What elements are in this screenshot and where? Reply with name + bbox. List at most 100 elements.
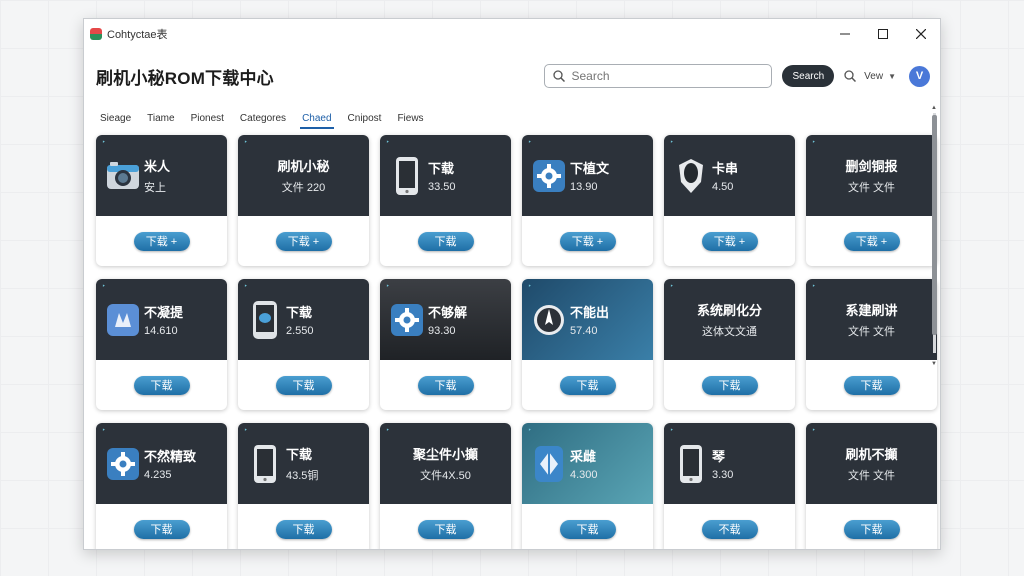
minimize-button[interactable] <box>826 19 864 49</box>
download-button[interactable]: 下载 <box>701 375 758 395</box>
download-button[interactable]: 下载 + <box>843 231 900 251</box>
phone-msg-icon <box>248 300 282 340</box>
card-banner: ‣ 聚尘件小攧 文件4X.50 <box>380 423 511 504</box>
rom-card[interactable]: ‣ 系统刷化分 这体文文通 下载 <box>664 279 795 410</box>
search-toggle-button[interactable] <box>844 70 857 82</box>
rom-card[interactable]: ‣ 聚尘件小攧 文件4X.50 下载 <box>380 423 511 549</box>
download-button[interactable]: 下载 <box>275 375 332 395</box>
rom-card[interactable]: ‣ 不能出 57.40 下载 <box>522 279 653 410</box>
card-title: 刷机不攧 <box>845 447 898 462</box>
card-banner: ‣ 下载 33.50 <box>380 135 511 216</box>
card-footer: 下载 + <box>96 216 227 266</box>
view-dropdown-label[interactable]: Vew <box>864 71 883 82</box>
camera-icon <box>106 156 140 196</box>
card-title: 采雌 <box>570 449 597 464</box>
tab-2[interactable]: Pionest <box>185 113 230 129</box>
download-button[interactable]: 下载 <box>559 375 616 395</box>
corner-mark-icon: ‣ <box>102 284 106 290</box>
scroll-thumb[interactable] <box>932 115 937 335</box>
download-button[interactable]: 下载 + <box>559 231 616 251</box>
search-box[interactable] <box>544 64 773 88</box>
rom-card[interactable]: ‣ 删剑铜报 文件 文件 下载 + <box>806 135 937 266</box>
card-text: 不然精致 4.235 <box>144 446 196 481</box>
rom-card[interactable]: ‣ 不够解 93.30 下载 <box>380 279 511 410</box>
card-banner: ‣ 不够解 93.30 <box>380 279 511 360</box>
card-title: 琴 <box>712 449 726 464</box>
rom-card[interactable]: ‣ 刷机不攧 文件 文件 下载 <box>806 423 937 549</box>
download-button[interactable]: 下载 <box>843 375 900 395</box>
app-logo-icon <box>90 28 102 40</box>
card-subtitle: 文件4X.50 <box>420 470 471 482</box>
download-button[interactable]: 下载 <box>417 231 474 251</box>
download-button[interactable]: 下载 <box>275 519 332 539</box>
download-button[interactable]: 下载 <box>843 519 900 539</box>
rom-card[interactable]: ‣ 不凝提 14.610 下载 <box>96 279 227 410</box>
download-button[interactable]: 下载 + <box>701 231 758 251</box>
download-button[interactable]: 不载 <box>701 519 758 539</box>
maximize-button[interactable] <box>864 19 902 49</box>
card-footer: 下载 + <box>522 216 653 266</box>
app-window: Cohtyctae表 刷机小秘ROM下载中心 Search Vew ▼ V Si… <box>83 18 941 550</box>
rom-card[interactable]: ‣ 刷机小秘 文件 220 下载 + <box>238 135 369 266</box>
card-text: 不够解 93.30 <box>428 302 467 337</box>
card-text: 刷机不攧 文件 文件 <box>816 444 937 483</box>
rom-card-grid: ‣ 米人 安上 下载 + ‣ 刷机小秘 文件 220 下载 + ‣ 下载 33.50 下载 ‣ 下植文 13… <box>96 135 937 549</box>
scroll-down-icon[interactable]: ▼ <box>931 361 937 367</box>
rom-card[interactable]: ‣ 不然精致 4.235 下载 <box>96 423 227 549</box>
rom-card[interactable]: ‣ 米人 安上 下载 + <box>96 135 227 266</box>
card-banner: ‣ 下载 43.5铜 <box>238 423 369 504</box>
card-footer: 下载 <box>380 216 511 266</box>
avatar[interactable]: V <box>909 65 930 87</box>
download-button[interactable]: 下载 + <box>133 231 190 251</box>
scrollbar[interactable]: ▲ ▼ <box>931 105 937 371</box>
tab-4[interactable]: Chaed <box>296 113 337 129</box>
rom-card[interactable]: ‣ 琴 3.30 不载 <box>664 423 795 549</box>
card-text: 刷机小秘 文件 220 <box>248 156 369 195</box>
rom-card[interactable]: ‣ 下载 33.50 下载 <box>380 135 511 266</box>
chevron-down-icon[interactable]: ▼ <box>888 72 896 81</box>
card-footer: 下载 <box>380 360 511 410</box>
download-button[interactable]: 下载 <box>417 519 474 539</box>
download-button[interactable]: 下载 <box>133 519 190 539</box>
search-button[interactable]: Search <box>782 65 835 87</box>
card-footer: 下载 <box>522 360 653 410</box>
corner-mark-icon: ‣ <box>670 140 674 146</box>
phone-icon <box>674 444 708 484</box>
download-button[interactable]: 下载 <box>559 519 616 539</box>
tab-5[interactable]: Cnipost <box>342 113 388 129</box>
phone-icon <box>248 444 282 484</box>
card-footer: 下载 <box>96 360 227 410</box>
rom-card[interactable]: ‣ 系建刷讲 文件 文件 下载 <box>806 279 937 410</box>
rom-card[interactable]: ‣ 采雌 4.300 下载 <box>522 423 653 549</box>
close-button[interactable] <box>902 19 940 49</box>
card-title: 删剑铜报 <box>845 159 898 174</box>
download-button[interactable]: 下载 <box>133 375 190 395</box>
download-button[interactable]: 下载 <box>417 375 474 395</box>
rom-card[interactable]: ‣ 卡串 4.50 下载 + <box>664 135 795 266</box>
card-title: 系统刷化分 <box>696 303 762 318</box>
card-banner: ‣ 系统刷化分 这体文文通 <box>664 279 795 360</box>
card-title: 系建刷讲 <box>845 303 898 318</box>
corner-mark-icon: ‣ <box>386 428 390 434</box>
rom-card[interactable]: ‣ 下载 43.5铜下载 <box>238 423 369 549</box>
card-text: 下载 2.550 <box>286 302 314 337</box>
tab-3[interactable]: Categores <box>234 113 292 129</box>
close-icon <box>916 29 926 39</box>
rom-card[interactable]: ‣ 下植文 13.90 下载 + <box>522 135 653 266</box>
download-button[interactable]: 下载 + <box>275 231 332 251</box>
search-input[interactable] <box>571 69 752 83</box>
rom-card[interactable]: ‣ 下载 2.550 下载 <box>238 279 369 410</box>
card-footer: 下载 <box>238 504 369 549</box>
corner-mark-icon: ‣ <box>102 140 106 146</box>
minimize-icon <box>840 33 850 35</box>
tab-1[interactable]: Tiame <box>141 113 180 129</box>
card-title: 下载 <box>428 161 455 176</box>
maximize-icon <box>878 29 888 39</box>
scroll-up-icon[interactable]: ▲ <box>931 105 937 111</box>
card-subtitle: 57.40 <box>570 325 598 337</box>
tab-bar: Sieage Tiame Pionest Categores Chaed Cnipost F… <box>84 103 940 129</box>
card-subtitle: 这体文文通 <box>702 326 757 338</box>
tab-0[interactable]: Sieage <box>94 113 137 129</box>
card-banner: ‣ 采雌 4.300 <box>522 423 653 504</box>
tab-6[interactable]: Fiews <box>391 113 429 129</box>
